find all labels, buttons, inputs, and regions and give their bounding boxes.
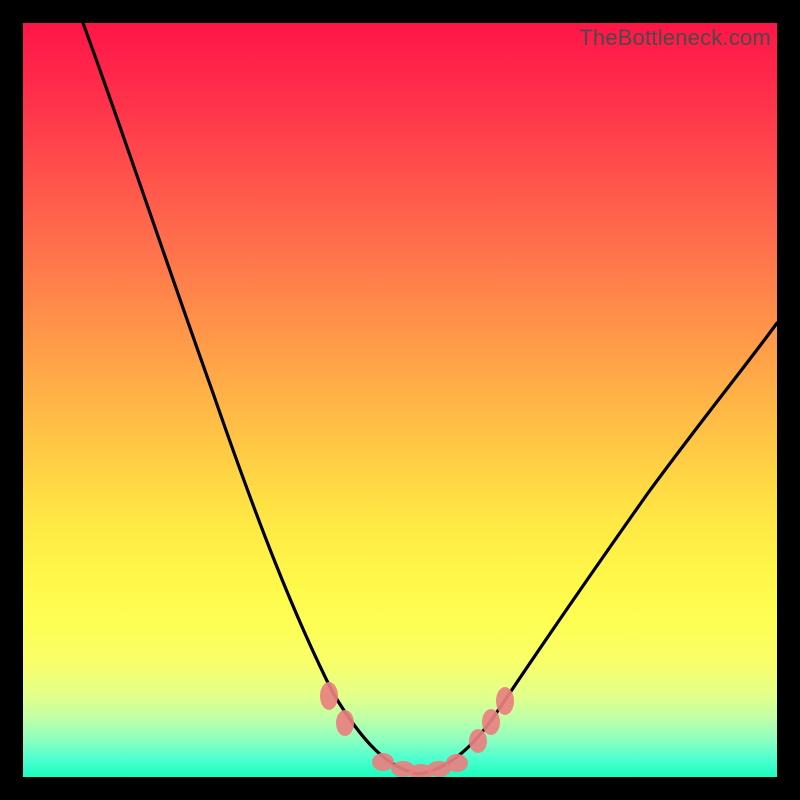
marker-dot: [446, 754, 468, 772]
right-curve: [418, 323, 777, 774]
marker-group: [320, 682, 514, 777]
marker-dot: [336, 710, 354, 736]
marker-dot: [320, 682, 338, 710]
marker-dot: [372, 753, 394, 771]
left-curve: [83, 23, 418, 774]
marker-dot: [469, 729, 487, 753]
curve-plot: [23, 23, 777, 777]
marker-dot: [496, 687, 514, 715]
marker-dot: [482, 709, 500, 735]
chart-frame: TheBottleneck.com: [23, 23, 777, 777]
watermark-text: TheBottleneck.com: [579, 25, 771, 51]
